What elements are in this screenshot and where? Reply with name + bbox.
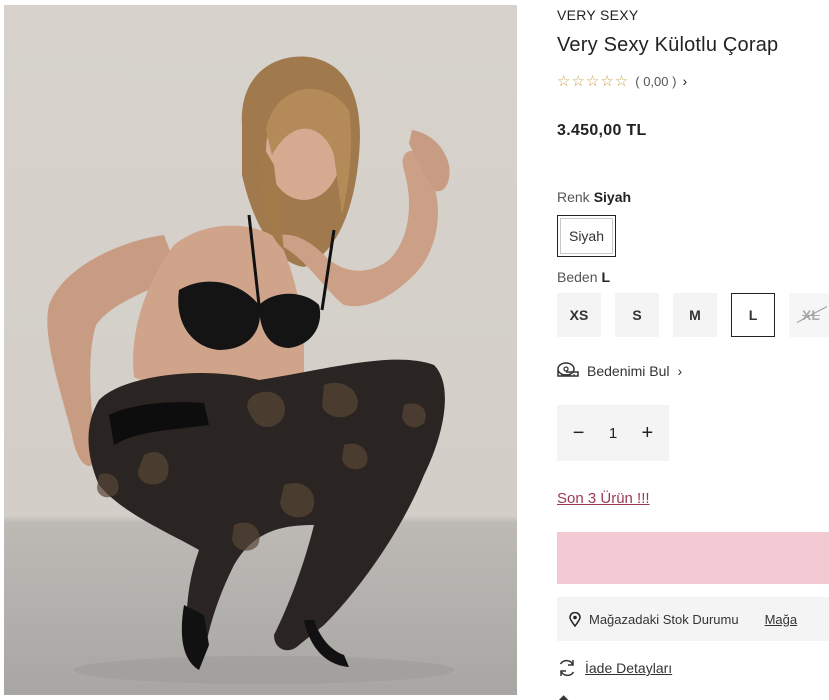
chevron-right-icon: › xyxy=(677,363,683,379)
brand-name[interactable]: VERY SEXY xyxy=(557,7,639,23)
store-stock-bar[interactable]: Mağazadaki Stok Durumu Mağa xyxy=(557,597,829,641)
color-label-row: Renk Siyah xyxy=(557,189,631,205)
product-title: Very Sexy Külotlu Çorap xyxy=(557,34,779,56)
returns-details-label: İade Detayları xyxy=(585,660,673,676)
size-options: XS S M L XL xyxy=(557,293,829,337)
store-stock-link[interactable]: Mağa xyxy=(765,612,798,627)
selected-color: Siyah xyxy=(593,189,632,205)
color-option-siyah[interactable]: Siyah xyxy=(557,215,616,257)
low-stock-warning[interactable]: Son 3 Ürün !!! xyxy=(557,490,650,507)
quantity-stepper: − 1 + xyxy=(557,405,669,461)
size-option-l[interactable]: L xyxy=(731,293,775,337)
rating-value: ( 0,00 ) xyxy=(635,73,677,89)
selected-size: L xyxy=(601,269,611,285)
size-finder-label: Bedenimi Bul xyxy=(587,363,670,379)
star-rating-icon: ☆☆☆☆☆ xyxy=(557,73,630,90)
partial-icon: ◆ xyxy=(559,692,569,700)
returns-details-link[interactable]: İade Detayları xyxy=(557,658,672,678)
chevron-right-icon: › xyxy=(682,73,688,89)
product-price: 3.450,00 TL xyxy=(557,122,647,139)
rating-summary[interactable]: ☆☆☆☆☆ ( 0,00 ) › xyxy=(557,72,687,90)
color-label: Renk xyxy=(557,189,590,205)
quantity-increase-button[interactable]: + xyxy=(634,422,660,445)
size-label-row: Beden L xyxy=(557,269,610,285)
size-option-xl[interactable]: XL xyxy=(789,293,829,337)
quantity-decrease-button[interactable]: − xyxy=(566,422,592,445)
size-label: Beden xyxy=(557,269,598,285)
product-photo-illustration xyxy=(47,56,454,684)
store-stock-label: Mağazadaki Stok Durumu xyxy=(589,611,739,627)
add-to-cart-button[interactable]: S xyxy=(557,532,829,584)
size-option-m[interactable]: M xyxy=(673,293,717,337)
size-finder-link[interactable]: Bedenimi Bul › xyxy=(557,362,682,380)
tape-measure-icon xyxy=(557,362,579,377)
size-option-s[interactable]: S xyxy=(615,293,659,337)
location-pin-icon xyxy=(569,611,581,627)
quantity-value[interactable]: 1 xyxy=(609,425,617,442)
product-image[interactable] xyxy=(4,5,517,695)
product-info-panel: VERY SEXY Very Sexy Külotlu Çorap ☆☆☆☆☆ … xyxy=(557,0,829,700)
size-option-xs[interactable]: XS xyxy=(557,293,601,337)
refresh-icon xyxy=(559,659,575,677)
